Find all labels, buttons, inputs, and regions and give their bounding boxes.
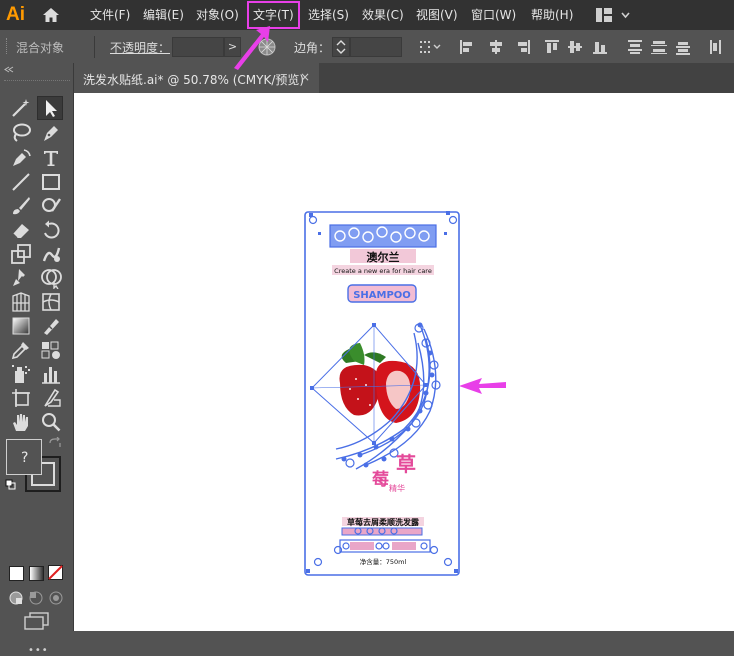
menu-file[interactable]: 文件(F) — [90, 6, 130, 23]
tagline-text[interactable]: Create a new era for hair care — [334, 267, 432, 275]
annotation-arrow-artwork — [459, 378, 506, 394]
more-tools-button[interactable]: ••• — [28, 645, 49, 656]
menu-effect[interactable]: 效果(C) — [362, 6, 404, 23]
menu-window[interactable]: 窗口(W) — [471, 6, 516, 23]
selection-arrow-icon — [46, 100, 57, 117]
screen-mode-icon[interactable] — [24, 612, 50, 630]
artboard-tool-icon[interactable] — [10, 387, 32, 409]
grip-handle[interactable] — [6, 38, 10, 54]
align-buttons-group — [460, 40, 721, 55]
live-paint-bucket-icon[interactable] — [40, 339, 62, 361]
document-tab[interactable]: 洗发水贴纸.ai* @ 50.78% (CMYK/预览) × — [74, 63, 319, 93]
paintbrush-icon[interactable] — [10, 195, 32, 217]
menu-view[interactable]: 视图(V) — [416, 6, 458, 23]
opacity-input[interactable] — [172, 37, 224, 57]
opacity-label[interactable]: 不透明度： — [110, 39, 170, 56]
control-bar: 混合对象 不透明度： > 边角： — [0, 30, 734, 64]
distribute-top-icon[interactable] — [628, 40, 642, 54]
zoom-tool-icon[interactable] — [40, 411, 62, 433]
distribute-vcenter-icon[interactable] — [651, 41, 667, 54]
symbol-sprayer-icon[interactable] — [10, 363, 32, 385]
app-logo: Ai — [6, 4, 25, 25]
warp-tool-icon[interactable] — [40, 243, 62, 265]
eraser-icon[interactable] — [10, 219, 32, 241]
tools-panel: ? ••• — [0, 63, 74, 656]
annotation-arrow-menu — [234, 26, 270, 70]
align-to-icon[interactable] — [420, 39, 442, 55]
close-tab-icon[interactable]: × — [300, 70, 310, 84]
divider — [94, 36, 95, 58]
gradient-tool-icon[interactable] — [10, 315, 32, 337]
fill-swatch[interactable]: ? — [6, 439, 42, 475]
default-colors-icon[interactable] — [5, 479, 17, 491]
product-name[interactable]: 草莓去屑柔顺洗发露 — [347, 517, 420, 527]
scale-tool-icon[interactable] — [10, 243, 32, 265]
workspace-switcher-icon[interactable] — [596, 8, 632, 22]
gradient-mode-button[interactable] — [29, 566, 44, 581]
selection-tool-button[interactable] — [37, 96, 63, 120]
slice-tool-icon[interactable] — [40, 387, 62, 409]
perspective-grid-icon[interactable] — [10, 291, 32, 313]
char-cao[interactable]: 草 — [396, 452, 416, 476]
document-tab-bar: 洗发水贴纸.ai* @ 50.78% (CMYK/预览) × — [74, 63, 734, 93]
align-right-icon[interactable] — [518, 40, 530, 54]
artwork: 澳尔兰 Create a new era for hair care SHAMP… — [304, 211, 460, 576]
align-bottom-icon[interactable] — [593, 42, 607, 54]
align-hcenter-icon[interactable] — [490, 40, 502, 54]
char-mei[interactable]: 莓 — [372, 470, 389, 490]
collapse-panel-icon[interactable] — [4, 66, 14, 73]
artboard-canvas[interactable]: 澳尔兰 Create a new era for hair care SHAMP… — [74, 93, 734, 631]
shampoo-badge-text: SHAMPOO — [353, 290, 411, 301]
align-top-icon[interactable] — [545, 40, 559, 53]
menu-help[interactable]: 帮助(H) — [531, 6, 573, 23]
corner-label: 边角： — [294, 41, 331, 55]
mesh-tool-icon[interactable] — [40, 291, 62, 313]
menu-select[interactable]: 选择(S) — [308, 6, 349, 23]
draw-modes-group — [9, 591, 63, 605]
puppet-warp-icon[interactable] — [10, 267, 32, 289]
menu-bar: Ai 文件(F) 编辑(E) 对象(O) 文字(T) 选择(S) 效果(C) 视… — [0, 0, 734, 30]
corner-input[interactable] — [350, 37, 402, 57]
brand-name[interactable]: 澳尔兰 — [367, 250, 400, 264]
swap-fill-stroke-icon[interactable] — [48, 437, 62, 449]
width-tool-icon[interactable] — [40, 315, 62, 337]
top-ornament[interactable] — [329, 224, 437, 248]
align-vcenter-icon[interactable] — [568, 41, 582, 53]
magic-wand-icon[interactable] — [10, 97, 32, 119]
lasso-icon[interactable] — [10, 122, 32, 144]
rotate-tool-icon[interactable] — [40, 219, 62, 241]
shape-builder-icon[interactable] — [40, 267, 62, 289]
none-mode-icon[interactable] — [48, 565, 63, 580]
distribute-bottom-icon[interactable] — [676, 42, 690, 55]
curvature-pen-icon[interactable] — [10, 147, 32, 169]
draw-normal-icon[interactable] — [9, 591, 23, 605]
essence-text[interactable]: 精华 — [389, 483, 405, 493]
selection-mode-label: 混合对象 — [16, 41, 65, 55]
draw-behind-icon[interactable] — [29, 591, 43, 605]
volume-text[interactable]: 净含量：750ml — [360, 557, 407, 566]
align-left-icon[interactable] — [460, 40, 472, 54]
rectangle-tool-icon[interactable] — [40, 171, 62, 193]
home-icon[interactable] — [42, 7, 60, 23]
distribute-left-icon[interactable] — [710, 40, 721, 54]
menu-object[interactable]: 对象(O) — [196, 6, 239, 23]
type-tool-icon[interactable] — [40, 147, 62, 169]
shaper-tool-icon[interactable] — [40, 195, 62, 217]
color-mode-button[interactable] — [9, 566, 24, 581]
column-graph-icon[interactable] — [40, 363, 62, 385]
hand-tool-icon[interactable] — [10, 411, 32, 433]
grip-handle[interactable] — [4, 80, 70, 85]
eyedropper-icon[interactable] — [10, 339, 32, 361]
corner-stepper[interactable] — [332, 37, 350, 57]
document-tab-title: 洗发水贴纸.ai* @ 50.78% (CMYK/预览) — [83, 73, 305, 87]
strawberry-image[interactable] — [339, 343, 421, 423]
line-tool-icon[interactable] — [10, 171, 32, 193]
menu-edit[interactable]: 编辑(E) — [143, 6, 184, 23]
draw-inside-icon[interactable] — [49, 591, 63, 605]
pen-tool-icon[interactable] — [40, 122, 62, 144]
